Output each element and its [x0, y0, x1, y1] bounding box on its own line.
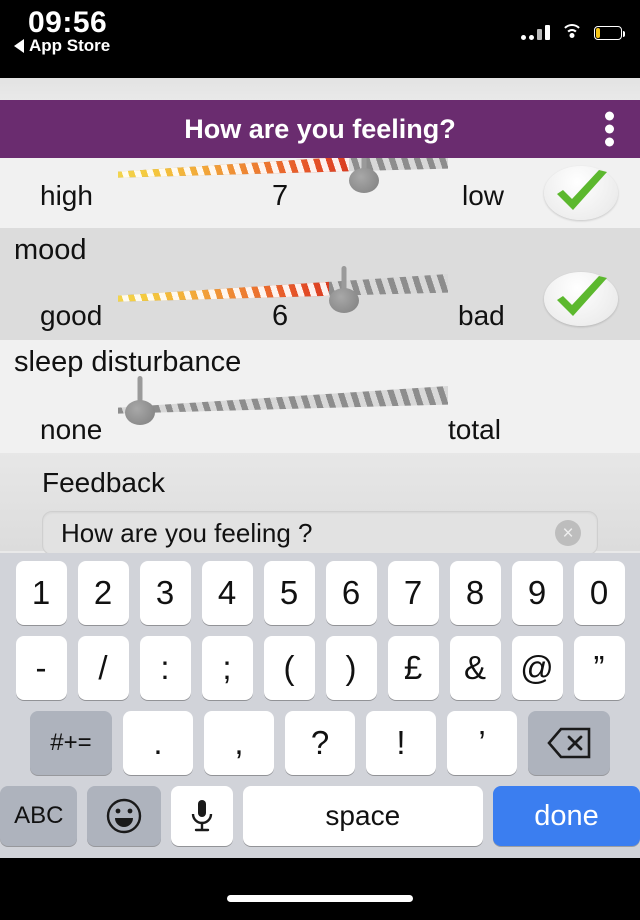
back-to-app-store-link[interactable]: App Store — [14, 36, 110, 56]
key-:[interactable]: : — [139, 636, 191, 700]
feedback-label: Feedback — [42, 467, 165, 498]
check-mark-icon — [557, 170, 607, 210]
microphone-icon[interactable] — [171, 786, 233, 846]
slider-track[interactable] — [118, 158, 448, 193]
key-5[interactable]: 5 — [263, 561, 315, 625]
feedback-input[interactable]: How are you feeling ? × — [42, 511, 598, 555]
keyboard-row-symbols[interactable]: - /:;() £ & @” — [0, 636, 640, 700]
slider-thumb[interactable] — [349, 158, 379, 196]
key-1[interactable]: 1 — [15, 561, 67, 625]
key-6[interactable]: 6 — [325, 561, 377, 625]
triangle-left-icon — [14, 39, 24, 53]
key-’[interactable]: ’ — [447, 711, 517, 775]
slider-high-label: low — [462, 180, 505, 211]
status-time: 09:56 — [28, 6, 108, 39]
app-header: How are you feeling? — [0, 100, 640, 158]
key--[interactable]: - — [15, 636, 67, 700]
key-.[interactable]: . — [123, 711, 193, 775]
key-£[interactable]: £ — [387, 636, 439, 700]
key-3[interactable]: 3 — [139, 561, 191, 625]
key-4[interactable]: 4 — [201, 561, 253, 625]
check-mark-icon — [557, 276, 607, 316]
key-9[interactable]: 9 — [511, 561, 563, 625]
slider-low-label: none — [40, 414, 103, 445]
app-container: How are you feeling? high 7 low mood goo… — [0, 78, 640, 858]
wifi-icon — [561, 24, 583, 40]
clear-circle-icon[interactable]: × — [555, 520, 581, 546]
key-)[interactable]: ) — [325, 636, 377, 700]
symbols-key[interactable]: #+= — [30, 711, 112, 775]
keyboard-row-numbers[interactable]: 1234567890 — [0, 561, 640, 625]
emoji-smiley-icon[interactable] — [87, 786, 161, 846]
slider-label: mood — [14, 234, 87, 266]
key-([interactable]: ( — [263, 636, 315, 700]
slider-high-label: bad — [458, 300, 505, 331]
status-indicators — [521, 18, 626, 40]
slider-wedge — [118, 386, 448, 416]
slider-wedge — [118, 158, 448, 180]
slider-thumb[interactable] — [124, 374, 155, 426]
key-@[interactable]: @ — [511, 636, 563, 700]
key-;[interactable]: ; — [201, 636, 253, 700]
key-,[interactable]: , — [204, 711, 274, 775]
slider-thumb[interactable] — [329, 264, 360, 314]
key-”[interactable]: ” — [573, 636, 625, 700]
backspace-icon[interactable] — [528, 711, 610, 775]
slider-value: 7 — [272, 180, 289, 212]
key-&[interactable]: & — [449, 636, 501, 700]
key-2[interactable]: 2 — [77, 561, 129, 625]
slider-row[interactable]: mood good 6 bad — [0, 228, 640, 340]
home-indicator-bar — [227, 895, 413, 902]
keyboard-row-punctuation[interactable]: #+= .,?!’ — [0, 711, 640, 775]
slider-value: 6 — [272, 300, 289, 332]
key-![interactable]: ! — [366, 711, 436, 775]
slider-low-label: high — [40, 180, 93, 211]
feedback-input-value: How are you feeling ? — [61, 517, 313, 548]
done-key[interactable]: done — [492, 786, 640, 846]
slider-high-label: total — [448, 414, 501, 445]
slider-row[interactable]: sleep disturbance none total — [0, 340, 640, 453]
key-7[interactable]: 7 — [387, 561, 439, 625]
key-?[interactable]: ? — [285, 711, 355, 775]
space-key[interactable]: space — [242, 786, 483, 846]
app-top-gap — [0, 78, 640, 100]
overflow-menu-icon[interactable] — [605, 111, 614, 147]
slider-low-label: good — [40, 300, 103, 331]
key-/[interactable]: / — [77, 636, 129, 700]
feedback-section: Feedback How are you feeling ? × — [0, 453, 640, 555]
back-label: App Store — [29, 36, 111, 55]
on-screen-keyboard[interactable]: 1234567890 -/:;()£&@” #+= .,?!’ ABC — [0, 553, 640, 858]
confirm-check-button[interactable] — [544, 166, 618, 220]
slider-row[interactable]: high 7 low — [0, 158, 640, 228]
key-8[interactable]: 8 — [449, 561, 501, 625]
status-bar: 09:56 App Store — [0, 0, 640, 78]
phone-screen: 09:56 App Store How are you feeling? hig… — [0, 0, 640, 920]
slider-track[interactable] — [118, 376, 448, 425]
cellular-signal-icon — [521, 24, 550, 40]
abc-key[interactable]: ABC — [0, 786, 78, 846]
battery-low-icon — [594, 26, 626, 40]
confirm-check-button[interactable] — [544, 272, 618, 326]
keyboard-row-bottom[interactable]: ABC space done — [0, 786, 640, 846]
page-title: How are you feeling? — [184, 113, 456, 144]
key-0[interactable]: 0 — [573, 561, 625, 625]
